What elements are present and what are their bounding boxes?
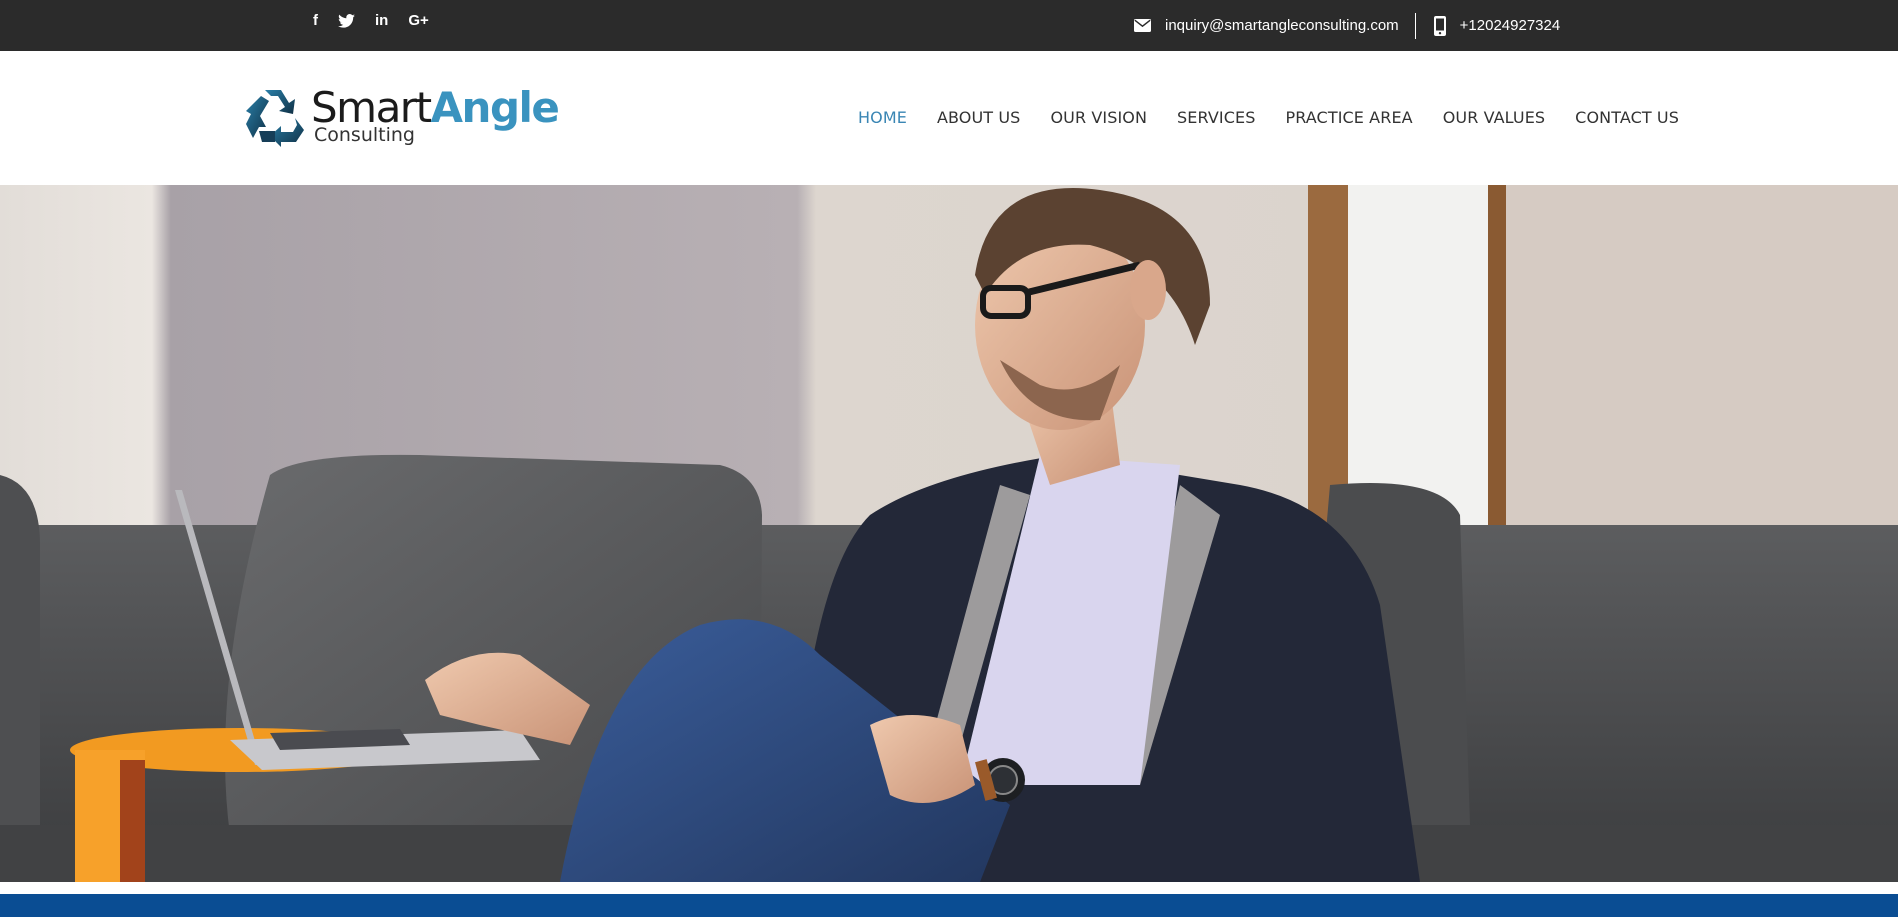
nav-about-us[interactable]: ABOUT US bbox=[937, 108, 1020, 127]
google-plus-link[interactable]: G+ bbox=[408, 11, 428, 31]
email-link[interactable]: inquiry@smartangleconsulting.com bbox=[1165, 17, 1399, 34]
linkedin-link[interactable]: in bbox=[375, 11, 388, 31]
nav-home[interactable]: HOME bbox=[858, 108, 907, 127]
hero-banner bbox=[0, 185, 1898, 882]
man-with-laptop-on-sofa-photo bbox=[0, 185, 1898, 882]
google-plus-icon: G+ bbox=[408, 12, 429, 29]
social-links: f in G+ bbox=[313, 11, 449, 31]
hero-bottom-gap bbox=[0, 882, 1898, 894]
twitter-link[interactable] bbox=[338, 11, 355, 31]
brand-subtitle: Consulting bbox=[314, 124, 415, 146]
brand-name-part2: Angle bbox=[430, 83, 560, 132]
linkedin-icon: in bbox=[375, 12, 389, 29]
envelope-icon bbox=[1134, 19, 1151, 32]
site-logo[interactable]: SmartAngle Consulting bbox=[243, 81, 583, 151]
site-header: SmartAngle Consulting HOME ABOUT US OUR … bbox=[0, 51, 1898, 185]
recycle-arrows-icon bbox=[246, 90, 304, 147]
top-bar: f in G+ inquiry@smartangleconsulting.com bbox=[0, 0, 1898, 51]
section-band bbox=[0, 894, 1898, 917]
mobile-phone-icon bbox=[1433, 15, 1446, 36]
contact-divider bbox=[1414, 12, 1416, 39]
nav-services[interactable]: SERVICES bbox=[1177, 108, 1255, 127]
facebook-icon: f bbox=[313, 12, 318, 29]
contact-info: inquiry@smartangleconsulting.com +120249… bbox=[1134, 0, 1560, 51]
twitter-icon bbox=[338, 14, 355, 28]
nav-contact-us[interactable]: CONTACT US bbox=[1575, 108, 1679, 127]
main-navigation: HOME ABOUT US OUR VISION SERVICES PRACTI… bbox=[858, 108, 1679, 127]
nav-practice-area[interactable]: PRACTICE AREA bbox=[1285, 108, 1412, 127]
facebook-link[interactable]: f bbox=[313, 11, 318, 31]
phone-link[interactable]: +12024927324 bbox=[1460, 17, 1561, 34]
nav-our-values[interactable]: OUR VALUES bbox=[1443, 108, 1545, 127]
nav-our-vision[interactable]: OUR VISION bbox=[1050, 108, 1147, 127]
